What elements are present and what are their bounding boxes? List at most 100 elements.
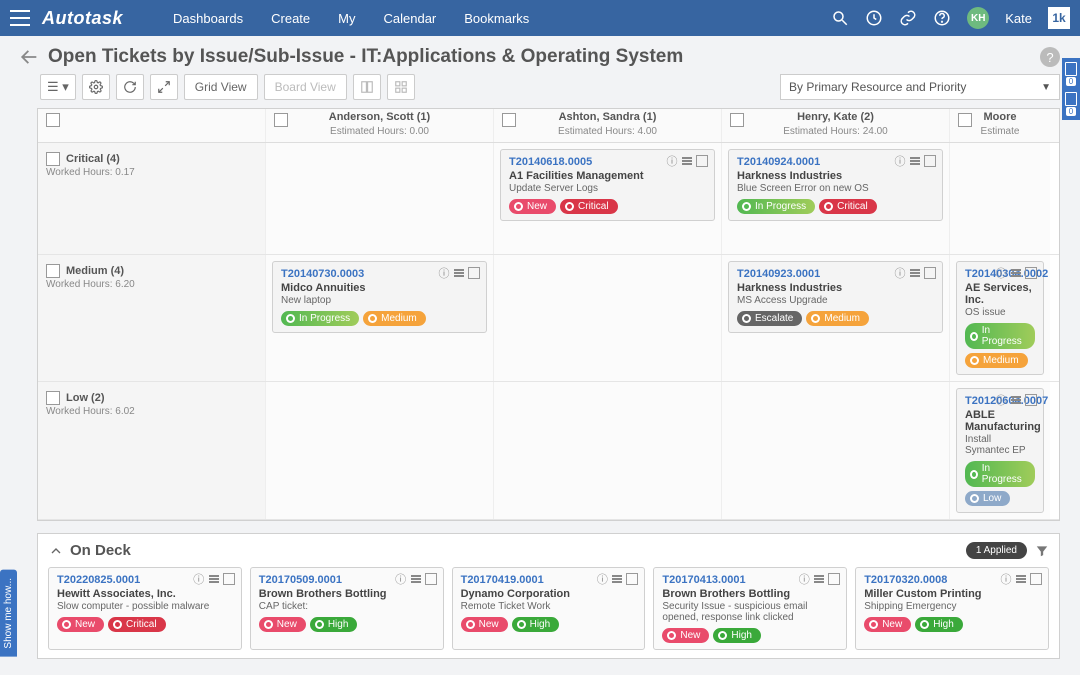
side-doc-icon[interactable]: 0 bbox=[1065, 62, 1077, 86]
collapse-icon[interactable] bbox=[48, 543, 64, 559]
priority-row: Medium (4) Worked Hours: 6.20 ⓘ T2014073… bbox=[38, 255, 1059, 382]
card-checkbox[interactable] bbox=[828, 573, 840, 585]
grid-view-button[interactable]: Grid View bbox=[184, 74, 258, 100]
card-checkbox[interactable] bbox=[1025, 267, 1037, 279]
nav-my[interactable]: My bbox=[338, 11, 355, 26]
search-icon[interactable] bbox=[831, 9, 849, 27]
ticket-card[interactable]: ⓘ T20140730.0003 Midco Annuities New lap… bbox=[272, 261, 487, 333]
row-label: Medium (4) Worked Hours: 6.20 bbox=[38, 255, 266, 381]
info-icon[interactable]: ⓘ bbox=[596, 573, 608, 585]
status-pill: New bbox=[259, 617, 306, 632]
filter-icon[interactable] bbox=[1035, 544, 1049, 558]
grid-cell bbox=[266, 143, 494, 254]
info-icon[interactable]: ⓘ bbox=[995, 394, 1007, 406]
status-pill: High bbox=[512, 617, 560, 632]
user-avatar[interactable]: KH bbox=[967, 7, 989, 29]
priority-row: Low (2) Worked Hours: 6.02 ⓘ T20120604.0… bbox=[38, 382, 1059, 520]
page-header: Open Tickets by Issue/Sub-Issue - IT:App… bbox=[0, 36, 1080, 74]
page-title: Open Tickets by Issue/Sub-Issue - IT:App… bbox=[48, 46, 683, 68]
side-clipboard-icon[interactable]: 0 bbox=[1065, 92, 1077, 116]
row-checkbox[interactable] bbox=[46, 152, 60, 166]
column-header: Henry, Kate (2)Estimated Hours: 24.00 bbox=[722, 109, 950, 142]
ticket-card[interactable]: ⓘ T20170419.0001 Dynamo Corporation Remo… bbox=[452, 567, 646, 650]
row-checkbox[interactable] bbox=[46, 391, 60, 405]
info-icon[interactable]: ⓘ bbox=[438, 267, 450, 279]
info-icon[interactable]: ⓘ bbox=[894, 267, 906, 279]
help-icon[interactable] bbox=[933, 9, 951, 27]
card-checkbox[interactable] bbox=[468, 267, 480, 279]
card-checkbox[interactable] bbox=[1025, 394, 1037, 406]
nav-create[interactable]: Create bbox=[271, 11, 310, 26]
ticket-card[interactable]: ⓘ T20170320.0008 Miller Custom Printing … bbox=[855, 567, 1049, 650]
ticket-description: Install Symantec EP bbox=[965, 434, 1035, 456]
card-checkbox[interactable] bbox=[626, 573, 638, 585]
info-icon[interactable]: ⓘ bbox=[193, 573, 205, 585]
ticket-card[interactable]: ⓘ T20140304.0002 AE Services, Inc. OS is… bbox=[956, 261, 1044, 375]
group-by-dropdown[interactable]: By Primary Resource and Priority▼ bbox=[780, 74, 1060, 100]
info-icon[interactable]: ⓘ bbox=[798, 573, 810, 585]
hamburger-icon[interactable] bbox=[10, 10, 30, 26]
list-icon[interactable] bbox=[453, 267, 465, 279]
column-header: MooreEstimate bbox=[950, 109, 1050, 142]
nav-calendar[interactable]: Calendar bbox=[384, 11, 437, 26]
list-icon[interactable] bbox=[208, 573, 220, 585]
refresh-button[interactable] bbox=[116, 74, 144, 100]
nav-bookmarks[interactable]: Bookmarks bbox=[464, 11, 529, 26]
clock-icon[interactable] bbox=[865, 9, 883, 27]
expand-button[interactable] bbox=[150, 74, 178, 100]
card-checkbox[interactable] bbox=[1030, 573, 1042, 585]
list-icon[interactable] bbox=[681, 155, 693, 167]
card-checkbox[interactable] bbox=[223, 573, 235, 585]
list-icon[interactable] bbox=[1010, 394, 1022, 406]
list-icon[interactable] bbox=[1015, 573, 1027, 585]
row-label: Critical (4) Worked Hours: 0.17 bbox=[38, 143, 266, 254]
list-icon[interactable] bbox=[1010, 267, 1022, 279]
column-checkbox[interactable] bbox=[958, 113, 972, 127]
layout-2col-button[interactable] bbox=[353, 74, 381, 100]
info-icon[interactable]: ⓘ bbox=[666, 155, 678, 167]
list-icon[interactable] bbox=[909, 267, 921, 279]
layout-grid-button[interactable] bbox=[387, 74, 415, 100]
info-icon[interactable]: ⓘ bbox=[1000, 573, 1012, 585]
show-me-how-tab[interactable]: Show me how... bbox=[0, 570, 17, 657]
filter-applied-badge[interactable]: 1 Applied bbox=[966, 542, 1027, 559]
nav-dashboards[interactable]: Dashboards bbox=[173, 11, 243, 26]
column-checkbox[interactable] bbox=[502, 113, 516, 127]
ticket-card[interactable]: ⓘ T20140924.0001 Harkness Industries Blu… bbox=[728, 149, 943, 221]
info-icon[interactable]: ⓘ bbox=[995, 267, 1007, 279]
ticket-card[interactable]: ⓘ T20170509.0001 Brown Brothers Bottling… bbox=[250, 567, 444, 650]
ticket-card[interactable]: ⓘ T20220825.0001 Hewitt Associates, Inc.… bbox=[48, 567, 242, 650]
back-arrow-icon[interactable] bbox=[18, 46, 40, 68]
ticket-card[interactable]: ⓘ T20120604.0007 ABLE Manufacturing Inst… bbox=[956, 388, 1044, 513]
status-pill: New bbox=[509, 199, 556, 214]
corner-badge[interactable]: 1k bbox=[1048, 7, 1070, 29]
list-icon[interactable] bbox=[813, 573, 825, 585]
link-icon[interactable] bbox=[899, 9, 917, 27]
grid-cell bbox=[494, 382, 722, 519]
card-checkbox[interactable] bbox=[425, 573, 437, 585]
board-view-button[interactable]: Board View bbox=[264, 74, 347, 100]
list-icon[interactable] bbox=[410, 573, 422, 585]
card-checkbox[interactable] bbox=[924, 267, 936, 279]
ticket-card[interactable]: ⓘ T20140923.0001 Harkness Industries MS … bbox=[728, 261, 943, 333]
ticket-card[interactable]: ⓘ T20140618.0005 A1 Facilities Managemen… bbox=[500, 149, 715, 221]
column-checkbox[interactable] bbox=[274, 113, 288, 127]
list-icon[interactable] bbox=[909, 155, 921, 167]
card-checkbox[interactable] bbox=[924, 155, 936, 167]
page-help-icon[interactable]: ? bbox=[1040, 47, 1060, 67]
select-all-checkbox[interactable] bbox=[46, 113, 60, 127]
info-icon[interactable]: ⓘ bbox=[894, 155, 906, 167]
status-pill: High bbox=[713, 628, 761, 643]
column-checkbox[interactable] bbox=[730, 113, 744, 127]
ticket-card[interactable]: ⓘ T20170413.0001 Brown Brothers Bottling… bbox=[653, 567, 847, 650]
info-icon[interactable]: ⓘ bbox=[395, 573, 407, 585]
settings-button[interactable] bbox=[82, 74, 110, 100]
ticket-description: OS issue bbox=[965, 307, 1035, 318]
status-pill: Low bbox=[965, 491, 1010, 506]
card-checkbox[interactable] bbox=[696, 155, 708, 167]
ticket-description: CAP ticket: bbox=[259, 601, 435, 612]
list-dropdown-button[interactable]: ☰ ▾ bbox=[40, 74, 76, 100]
row-checkbox[interactable] bbox=[46, 264, 60, 278]
ticket-account: AE Services, Inc. bbox=[965, 282, 1035, 306]
list-icon[interactable] bbox=[611, 573, 623, 585]
